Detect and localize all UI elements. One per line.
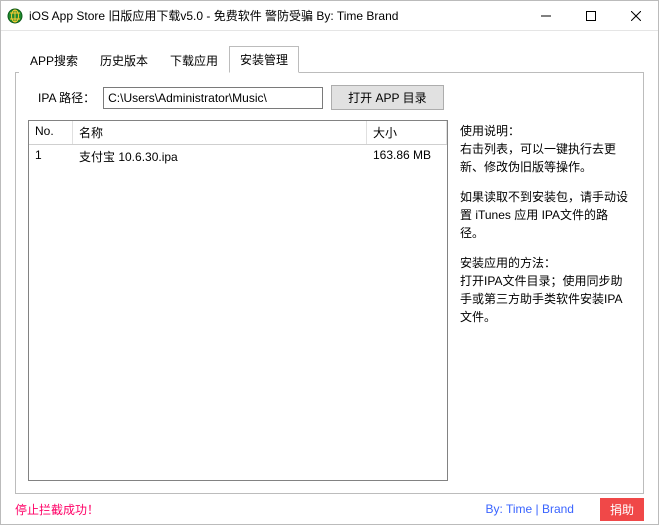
col-header-name[interactable]: 名称 — [73, 121, 367, 144]
table-row[interactable]: 1 支付宝 10.6.30.ipa 163.86 MB — [29, 145, 447, 168]
tab-install-manage[interactable]: 安装管理 — [229, 46, 299, 73]
status-text: 停止拦截成功！ — [15, 501, 99, 518]
tab-page-install: IPA 路径： 打开 APP 目录 No. 名称 大小 1 支付宝 10.6.3… — [15, 72, 644, 494]
col-header-no[interactable]: No. — [29, 121, 73, 144]
instructions-usage: 使用说明： 右击列表，可以一键执行去更新、修改伪旧版等操作。 — [460, 122, 631, 176]
byline-link[interactable]: By: Time | Brand — [486, 502, 574, 516]
tab-download[interactable]: 下载应用 — [159, 47, 229, 73]
window-title: iOS App Store 旧版应用下载v5.0 - 免费软件 警防受骗 By:… — [29, 7, 398, 24]
ipa-path-label: IPA 路径： — [38, 89, 95, 106]
donate-button[interactable]: 捐助 — [600, 498, 644, 521]
list-header: No. 名称 大小 — [29, 121, 447, 145]
col-header-size[interactable]: 大小 — [367, 121, 447, 144]
window-titlebar: iOS App Store 旧版应用下载v5.0 - 免费软件 警防受骗 By:… — [1, 1, 658, 31]
tab-strip: APP搜索 历史版本 下载应用 安装管理 — [1, 31, 658, 72]
tab-app-search[interactable]: APP搜索 — [19, 47, 89, 73]
close-button[interactable] — [613, 1, 658, 31]
instructions-path-hint: 如果读取不到安装包，请手动设置 iTunes 应用 IPA文件的路径。 — [460, 188, 631, 242]
status-bar: 停止拦截成功！ By: Time | Brand 捐助 — [1, 494, 658, 524]
cell-size: 163.86 MB — [367, 145, 447, 168]
ipa-path-input[interactable] — [103, 87, 323, 109]
instructions-install: 安装应用的方法： 打开IPA文件目录；使用同步助手或第三方助手类软件安装IPA文… — [460, 254, 631, 326]
ipa-path-row: IPA 路径： 打开 APP 目录 — [38, 85, 631, 110]
app-icon — [7, 8, 23, 24]
maximize-button[interactable] — [568, 1, 613, 31]
open-app-dir-button[interactable]: 打开 APP 目录 — [331, 85, 443, 110]
instructions-panel: 使用说明： 右击列表，可以一键执行去更新、修改伪旧版等操作。 如果读取不到安装包… — [458, 120, 631, 481]
tab-history[interactable]: 历史版本 — [89, 47, 159, 73]
ipa-list[interactable]: No. 名称 大小 1 支付宝 10.6.30.ipa 163.86 MB — [28, 120, 448, 481]
cell-name: 支付宝 10.6.30.ipa — [73, 145, 367, 168]
minimize-button[interactable] — [523, 1, 568, 31]
cell-no: 1 — [29, 145, 73, 168]
